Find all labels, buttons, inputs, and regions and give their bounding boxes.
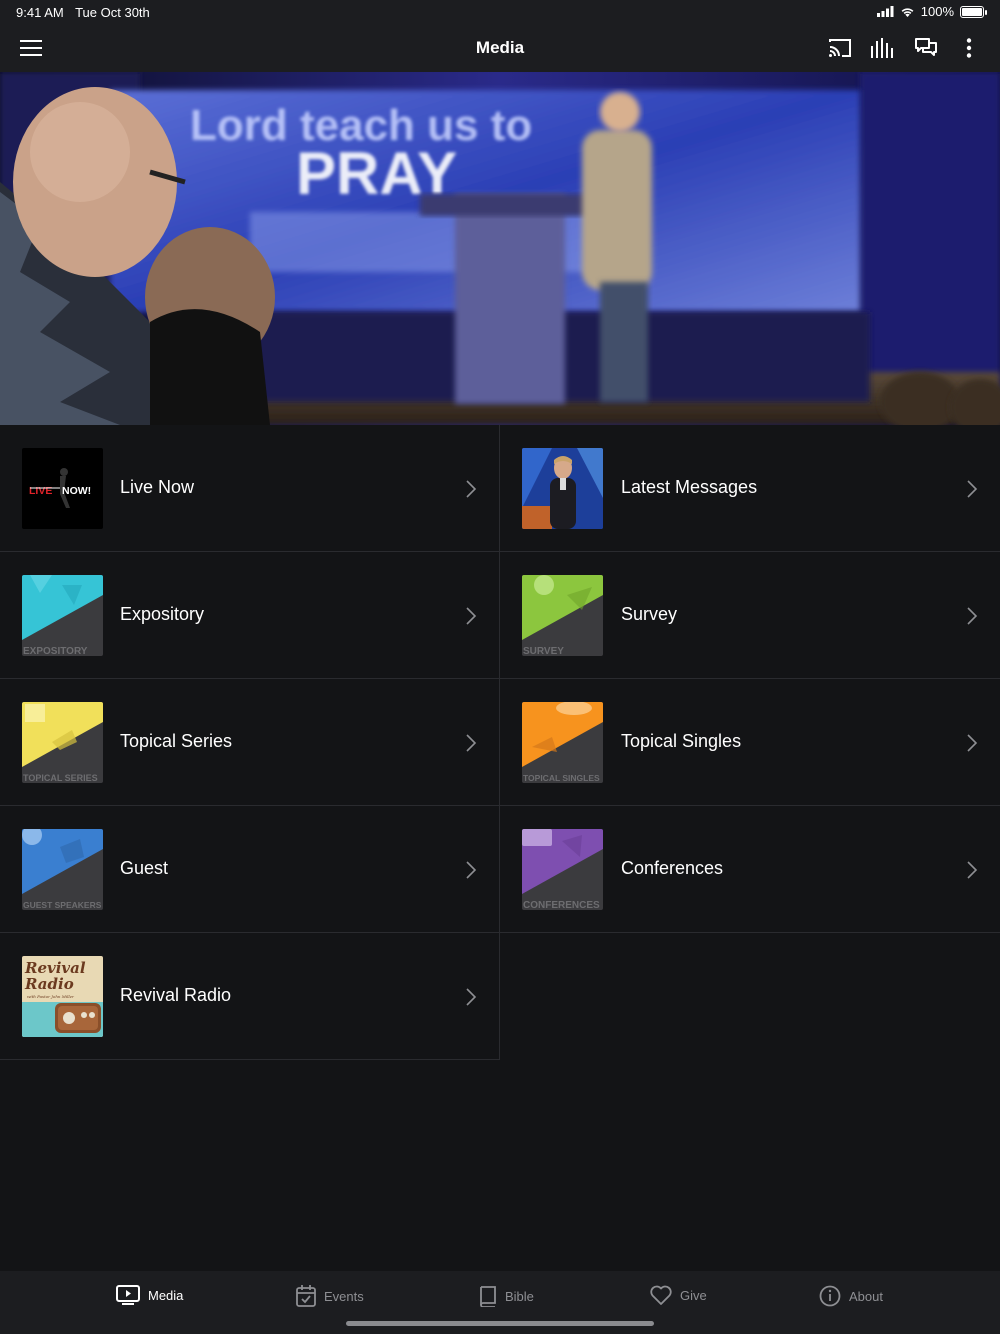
more-vertical-icon xyxy=(966,38,972,58)
media-item-label: Topical Series xyxy=(120,731,233,751)
chevron-right-icon xyxy=(967,861,978,879)
media-item-guest[interactable]: GUEST SPEAKERS Guest xyxy=(0,806,500,933)
chevron-right-icon xyxy=(466,988,477,1006)
hero-image: Lord teach us to PRAY xyxy=(0,72,1000,425)
media-item-label: Survey xyxy=(621,604,678,624)
media-item-label: Revival Radio xyxy=(120,985,232,1005)
media-categories-grid: LIVE NOW! Live Now Latest Messages EXPOS… xyxy=(0,425,1000,1060)
media-item-latest-messages[interactable]: Latest Messages xyxy=(500,425,1000,552)
chevron-right-icon xyxy=(967,607,978,625)
latest-messages-thumbnail xyxy=(522,448,603,529)
hero-photo: Lord teach us to PRAY xyxy=(0,72,1000,425)
chevron-right-icon xyxy=(466,734,477,752)
calendar-icon xyxy=(296,1285,316,1307)
survey-thumb-text: SURVEY xyxy=(523,646,564,656)
wifi-icon xyxy=(901,8,914,17)
tab-give[interactable]: Give xyxy=(650,1285,707,1305)
tab-label: Give xyxy=(680,1287,707,1303)
revival-radio-thumb-text-3: with Pastor John Miller xyxy=(27,994,75,999)
tab-events[interactable]: Events xyxy=(296,1285,364,1307)
media-item-label: Live Now xyxy=(120,477,195,497)
cast-icon xyxy=(829,39,851,57)
media-item-label: Expository xyxy=(120,604,205,624)
chevron-right-icon xyxy=(967,480,978,498)
media-item-conferences[interactable]: CONFERENCES Conferences xyxy=(500,806,1000,933)
info-icon xyxy=(819,1285,841,1307)
media-item-survey[interactable]: SURVEY Survey xyxy=(500,552,1000,679)
battery-icon xyxy=(960,5,987,18)
chevron-right-icon xyxy=(466,480,477,498)
media-item-topical-series[interactable]: TOPICAL SERIES Topical Series xyxy=(0,679,500,806)
topical-singles-thumb-text: TOPICAL SINGLES xyxy=(523,773,600,783)
heart-icon xyxy=(650,1285,672,1305)
tab-bible[interactable]: Bible xyxy=(479,1285,534,1307)
media-item-label: Latest Messages xyxy=(621,477,758,497)
topical-singles-thumbnail: TOPICAL SINGLES xyxy=(522,702,603,783)
top-nav-bar: Media xyxy=(0,24,1000,72)
topical-series-thumb-text: TOPICAL SERIES xyxy=(23,773,98,783)
media-item-label: Conferences xyxy=(621,858,724,878)
media-icon xyxy=(116,1285,140,1305)
tab-label: Bible xyxy=(505,1288,534,1304)
chevron-right-icon xyxy=(466,861,477,879)
tab-media[interactable]: Media xyxy=(116,1285,183,1305)
media-item-topical-singles[interactable]: TOPICAL SINGLES Topical Singles xyxy=(500,679,1000,806)
media-item-expository[interactable]: EXPOSITORY Expository xyxy=(0,552,500,679)
media-item-revival-radio[interactable]: Revival Radio with Pastor John Miller Re… xyxy=(0,933,500,1060)
topical-series-thumbnail: TOPICAL SERIES xyxy=(22,702,103,783)
bible-icon xyxy=(480,1286,496,1307)
expository-thumb-text: EXPOSITORY xyxy=(23,646,88,656)
empty-cell xyxy=(500,933,1000,1060)
status-bar: 9:41 AM Tue Oct 30th 100% xyxy=(0,0,1000,24)
chat-icon xyxy=(915,38,937,56)
svg-text:LIVE: LIVE xyxy=(29,485,52,497)
battery-percentage: 100% xyxy=(920,4,954,19)
chat-button[interactable] xyxy=(910,32,942,64)
live-now-thumbnail: LIVE NOW! xyxy=(22,448,103,529)
survey-thumbnail: SURVEY xyxy=(522,575,603,656)
audio-button[interactable] xyxy=(867,32,899,64)
media-item-label: Topical Singles xyxy=(621,731,742,751)
cellular-signal-icon xyxy=(876,6,894,17)
guest-thumbnail: GUEST SPEAKERS xyxy=(22,829,103,910)
audio-bars-icon xyxy=(871,38,893,58)
conferences-thumbnail: CONFERENCES xyxy=(522,829,603,910)
media-item-live-now[interactable]: LIVE NOW! Live Now xyxy=(0,425,500,552)
status-time: 9:41 AM xyxy=(16,5,64,20)
svg-text:NOW!: NOW! xyxy=(62,485,91,497)
conferences-thumb-text: CONFERENCES xyxy=(523,900,600,910)
more-options-button[interactable] xyxy=(953,32,985,64)
tab-about[interactable]: About xyxy=(819,1285,883,1307)
chevron-right-icon xyxy=(967,734,978,752)
chevron-right-icon xyxy=(466,607,477,625)
home-indicator[interactable] xyxy=(346,1321,654,1326)
tab-label: Events xyxy=(324,1288,364,1304)
status-date: Tue Oct 30th xyxy=(75,5,150,20)
cast-button[interactable] xyxy=(824,32,856,64)
revival-radio-thumb-text-2: Radio xyxy=(24,975,74,993)
media-item-label: Guest xyxy=(120,858,169,878)
tab-label: Media xyxy=(148,1287,184,1303)
expository-thumbnail: EXPOSITORY xyxy=(22,575,103,656)
revival-radio-thumbnail: Revival Radio with Pastor John Miller xyxy=(22,956,103,1037)
tab-label: About xyxy=(849,1288,883,1304)
guest-thumb-text: GUEST SPEAKERS xyxy=(23,900,102,910)
